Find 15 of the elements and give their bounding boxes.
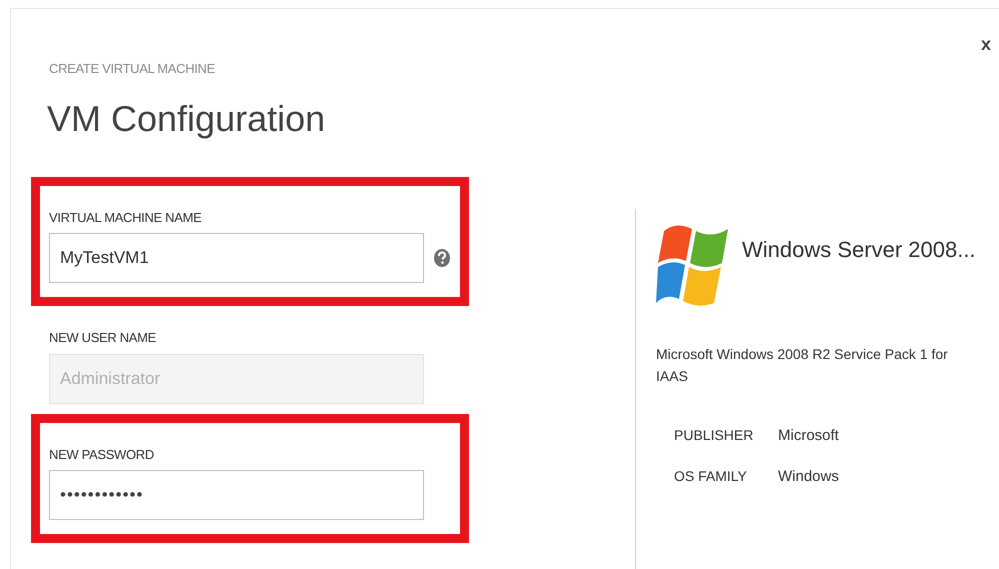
field-label: VIRTUAL MACHINE NAME bbox=[49, 208, 202, 226]
property-value: Windows bbox=[778, 466, 839, 486]
property-value: Microsoft bbox=[778, 426, 839, 446]
dialog-title: VM Configuration bbox=[47, 100, 326, 136]
wizard-step-label: CREATE VIRTUAL MACHINE bbox=[49, 60, 215, 78]
image-description: Microsoft Windows 2008 R2 Service Pack 1 for IAAS bbox=[656, 345, 949, 386]
field-label: NEW USER NAME bbox=[49, 329, 156, 347]
help-icon[interactable] bbox=[434, 249, 450, 267]
input-field[interactable]: MyTestVM1 bbox=[49, 233, 424, 283]
close-button[interactable]: x bbox=[980, 35, 991, 53]
password-field[interactable]: •••••••••••• bbox=[49, 470, 424, 520]
property-label: OS FAMILY bbox=[674, 466, 747, 486]
image-name: Windows Server 2008... bbox=[742, 236, 976, 264]
field-label: NEW PASSWORD bbox=[49, 446, 154, 464]
property-label: PUBLISHER bbox=[674, 426, 754, 445]
